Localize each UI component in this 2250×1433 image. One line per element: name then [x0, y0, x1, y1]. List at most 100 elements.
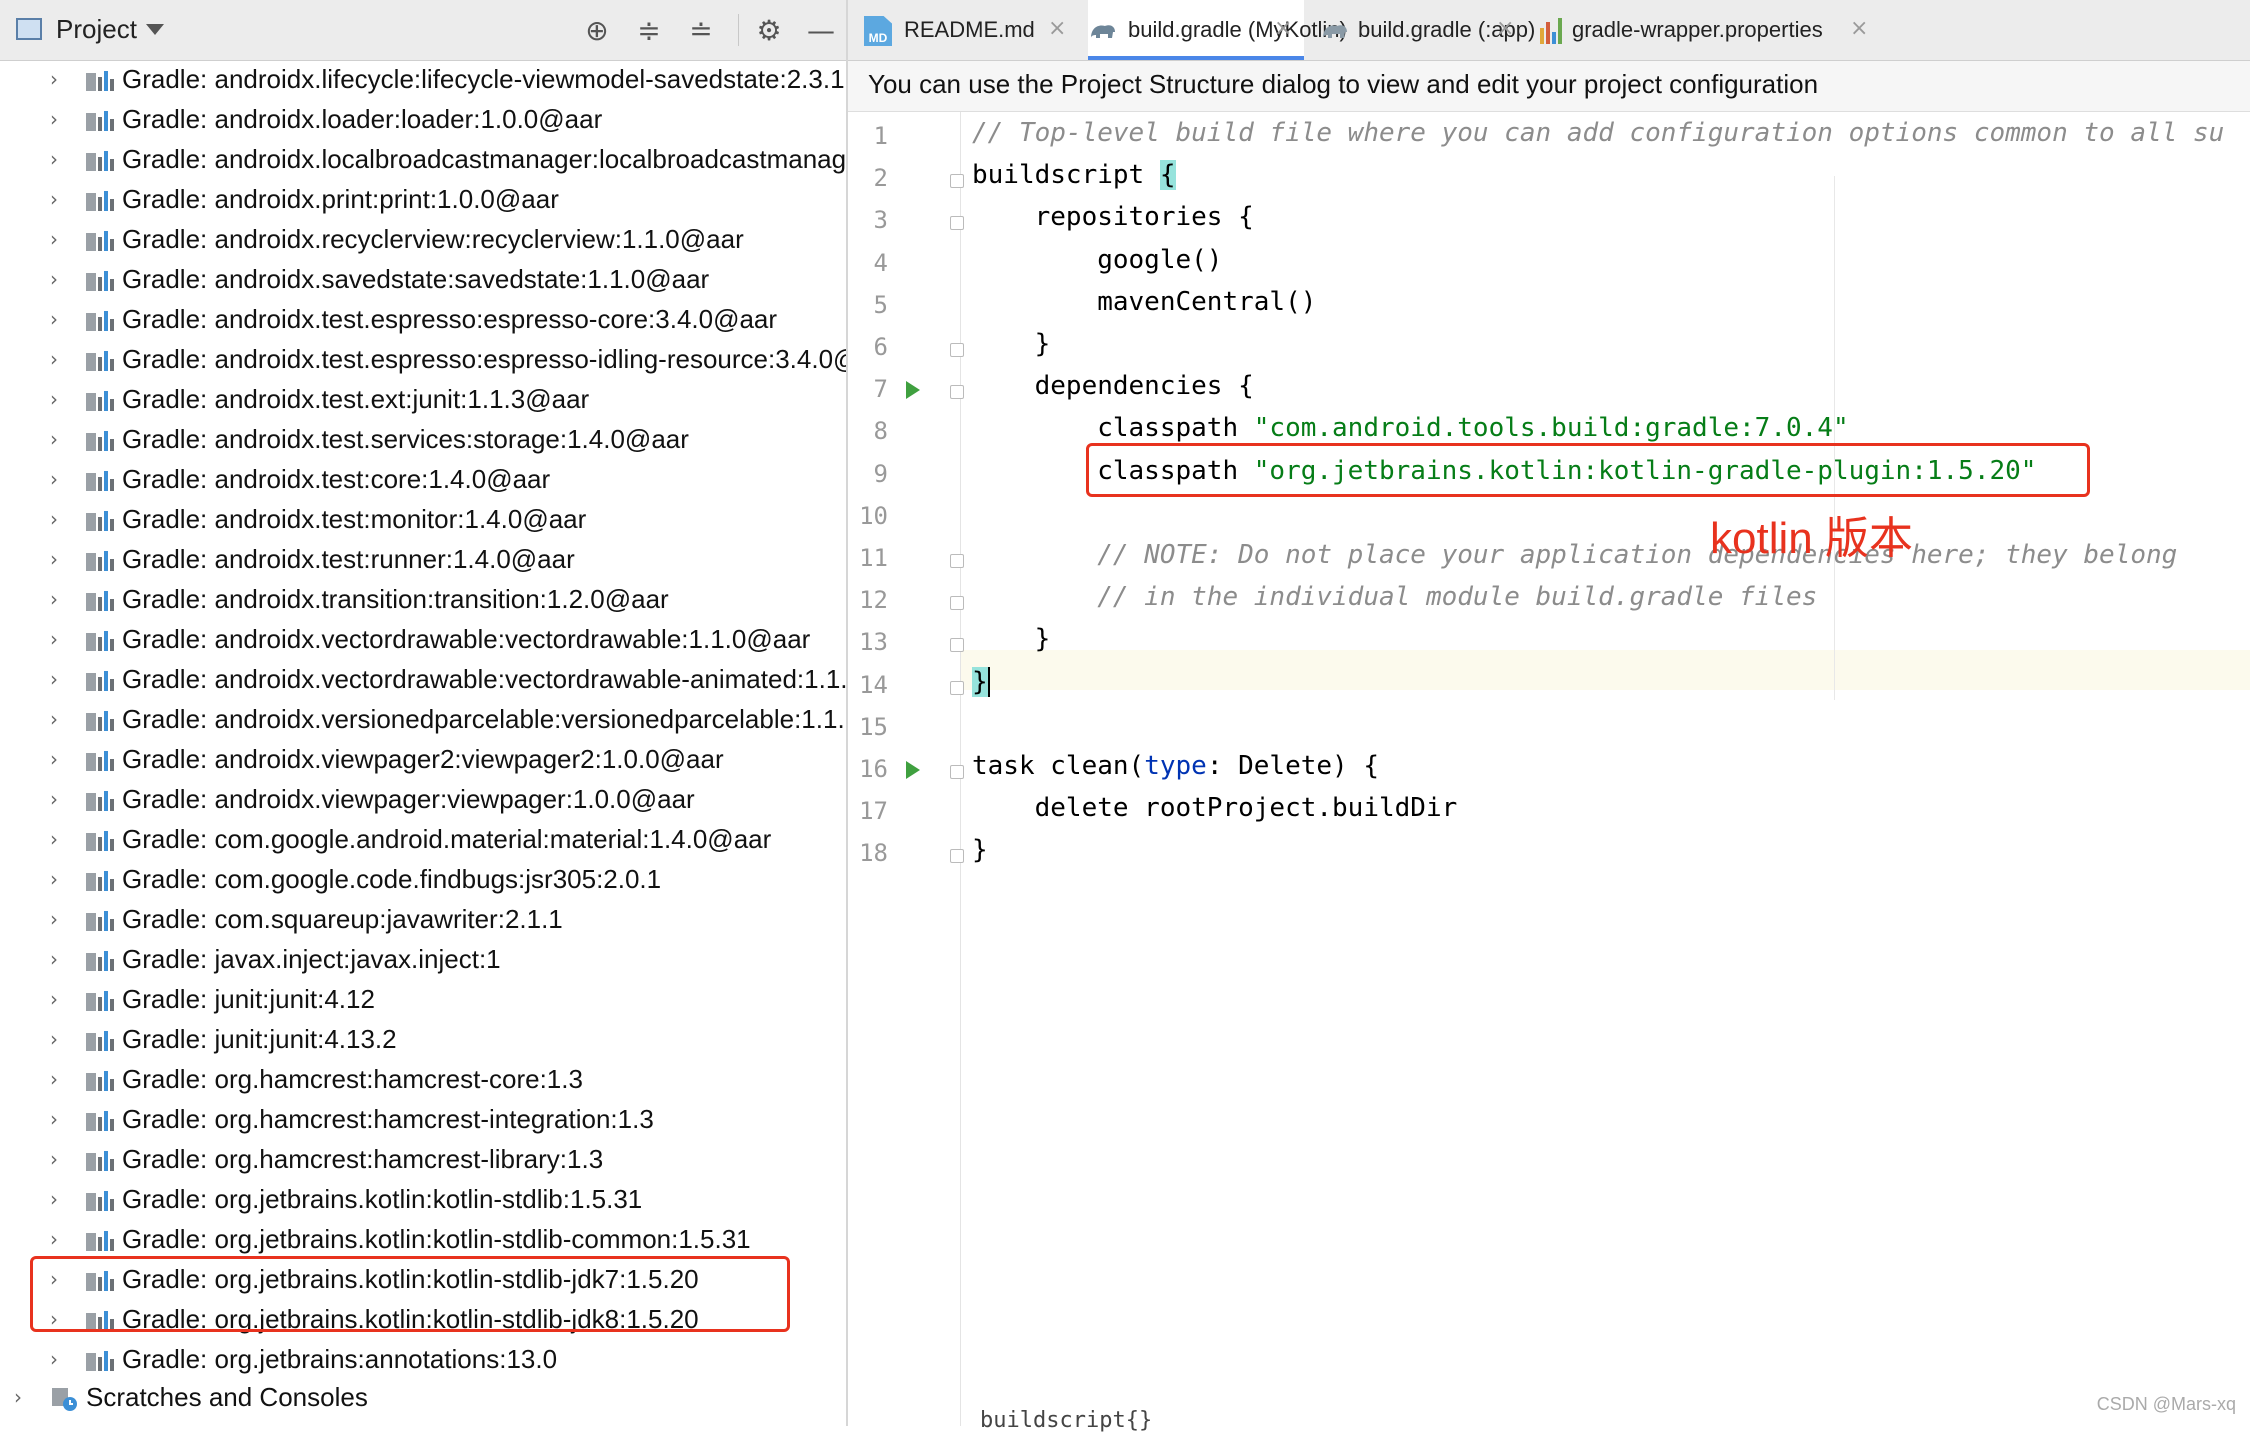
close-icon[interactable]: ×	[1274, 16, 1292, 41]
chevron-right-icon[interactable]: ›	[50, 1068, 72, 1090]
code-line[interactable]: // Top-level build file where you can ad…	[972, 118, 2224, 148]
chevron-right-icon[interactable]: ›	[50, 708, 72, 730]
run-gutter-icon[interactable]	[906, 761, 920, 779]
tree-item[interactable]: › Gradle: javax.inject:javax.inject:1	[0, 940, 846, 980]
tree-item[interactable]: › Gradle: org.hamcrest:hamcrest-integrati…	[0, 1100, 846, 1140]
chevron-right-icon[interactable]: ›	[50, 348, 72, 370]
chevron-right-icon[interactable]: ›	[50, 228, 72, 250]
expand-all-icon[interactable]: ≑	[634, 16, 664, 46]
chevron-right-icon[interactable]: ›	[50, 1228, 72, 1250]
tree-item[interactable]: › Gradle: androidx.test:runner:1.4.0@aar	[0, 540, 846, 580]
code-line[interactable]: task clean(type: Delete) {	[972, 751, 1379, 781]
code-line[interactable]: // in the individual module build.gradle…	[972, 582, 1817, 612]
chevron-right-icon[interactable]: ›	[50, 788, 72, 810]
tree-item[interactable]: › Gradle: org.hamcrest:hamcrest-library:1…	[0, 1140, 846, 1180]
code-line[interactable]: dependencies {	[972, 371, 1254, 401]
tree-item[interactable]: › Gradle: com.squareup:javawriter:2.1.1	[0, 900, 846, 940]
code-line[interactable]: classpath "com.android.tools.build:gradl…	[972, 413, 1848, 443]
tab-gradle-wrapper-properties[interactable]: gradle-wrapper.properties ×	[1538, 0, 1868, 60]
chevron-right-icon[interactable]: ›	[50, 508, 72, 530]
code-line[interactable]: google()	[972, 245, 1222, 275]
tree-item[interactable]: › Gradle: org.hamcrest:hamcrest-core:1.3	[0, 1060, 846, 1100]
tree-item[interactable]: › Gradle: androidx.test:core:1.4.0@aar	[0, 460, 846, 500]
tree-item[interactable]: › Gradle: androidx.versionedparcelable:ve…	[0, 700, 846, 740]
tree-item[interactable]: › Gradle: androidx.loader:loader:1.0.0@aa…	[0, 100, 846, 140]
chevron-right-icon[interactable]: ›	[50, 1108, 72, 1130]
code-line[interactable]: mavenCentral()	[972, 287, 1316, 317]
fold-marker-icon[interactable]	[950, 343, 964, 357]
code-line[interactable]: }	[972, 666, 990, 698]
tree-item[interactable]: › Gradle: junit:junit:4.12	[0, 980, 846, 1020]
chevron-right-icon[interactable]: ›	[50, 68, 72, 90]
tree-item[interactable]: › Gradle: androidx.savedstate:savedstate:…	[0, 260, 846, 300]
tree-item[interactable]: › Gradle: com.google.code.findbugs:jsr305…	[0, 860, 846, 900]
fold-marker-icon[interactable]	[950, 680, 964, 695]
chevron-right-icon[interactable]: ›	[50, 148, 72, 170]
tree-item-scratches[interactable]: › Scratches and Consoles	[0, 1378, 846, 1418]
breadcrumb[interactable]: buildscript{}	[980, 1408, 1152, 1433]
fold-marker-icon[interactable]	[950, 216, 964, 231]
tree-item[interactable]: › Gradle: androidx.viewpager2:viewpager2:…	[0, 740, 846, 780]
tab-readme[interactable]: MD README.md ×	[848, 0, 1078, 60]
chevron-right-icon[interactable]: ›	[50, 428, 72, 450]
chevron-right-icon[interactable]: ›	[50, 308, 72, 330]
chevron-right-icon[interactable]: ›	[50, 828, 72, 850]
tab-build-gradle-mykotlin[interactable]: build.gradle (MyKotlin) ×	[1088, 0, 1347, 60]
chevron-right-icon[interactable]: ›	[50, 988, 72, 1010]
fold-marker-icon[interactable]	[950, 554, 964, 568]
chevron-right-icon[interactable]: ›	[50, 1348, 72, 1370]
chevron-right-icon[interactable]: ›	[50, 388, 72, 410]
chevron-right-icon[interactable]: ›	[50, 868, 72, 890]
tree-item[interactable]: › Gradle: androidx.test.espresso:espresso…	[0, 340, 846, 380]
code-line[interactable]: delete rootProject.buildDir	[972, 793, 1458, 823]
code-line[interactable]: // NOTE: Do not place your application d…	[972, 540, 2177, 570]
tree-item[interactable]: › Gradle: androidx.vectordrawable:vectord…	[0, 660, 846, 700]
gear-icon[interactable]: ⚙	[754, 16, 784, 46]
chevron-right-icon[interactable]: ›	[50, 548, 72, 570]
tree-item[interactable]: › Gradle: androidx.test.espresso:espresso…	[0, 300, 846, 340]
chevron-right-icon[interactable]: ›	[50, 668, 72, 690]
fold-marker-icon[interactable]	[950, 385, 964, 400]
close-icon[interactable]: ×	[1496, 16, 1514, 41]
chevron-down-icon[interactable]	[146, 24, 164, 35]
project-panel-title[interactable]: Project	[56, 14, 137, 45]
chevron-right-icon[interactable]: ›	[50, 108, 72, 130]
tree-item[interactable]: › Gradle: androidx.lifecycle:lifecycle-vi…	[0, 60, 846, 100]
chevron-right-icon[interactable]: ›	[50, 948, 72, 970]
hide-panel-icon[interactable]: —	[806, 16, 836, 46]
chevron-right-icon[interactable]: ›	[50, 908, 72, 930]
collapse-all-icon[interactable]: ≐	[686, 16, 716, 46]
fold-marker-icon[interactable]	[950, 596, 964, 611]
chevron-right-icon[interactable]: ›	[50, 268, 72, 290]
code-line[interactable]: }	[972, 835, 988, 865]
code-line[interactable]: }	[972, 329, 1051, 359]
chevron-right-icon[interactable]: ›	[50, 628, 72, 650]
tab-build-gradle-app[interactable]: build.gradle (:app) ×	[1320, 0, 1535, 60]
chevron-right-icon[interactable]: ›	[50, 468, 72, 490]
close-icon[interactable]: ×	[1850, 16, 1868, 41]
code-line[interactable]: repositories {	[972, 202, 1254, 232]
code-line[interactable]: }	[972, 624, 1051, 654]
chevron-right-icon[interactable]: ›	[50, 1028, 72, 1050]
chevron-right-icon[interactable]: ›	[50, 1148, 72, 1170]
chevron-right-icon[interactable]: ›	[50, 588, 72, 610]
tree-item[interactable]: › Gradle: com.google.android.material:mat…	[0, 820, 846, 860]
code-line[interactable]: buildscript {	[972, 160, 1176, 191]
tree-item[interactable]: › Gradle: androidx.test.ext:junit:1.1.3@a…	[0, 380, 846, 420]
tree-item[interactable]: › Gradle: androidx.localbroadcastmanager:…	[0, 140, 846, 180]
code-editor[interactable]: 1 2 3 4 5 6 7 8 9 10 11 12 13 14 15 16 17 18 // Top-level…	[848, 112, 2250, 1426]
tree-item[interactable]: › Gradle: androidx.print:print:1.0.0@aar	[0, 180, 846, 220]
tree-item[interactable]: › Gradle: androidx.recyclerview:recyclerv…	[0, 220, 846, 260]
chevron-right-icon[interactable]: ›	[50, 748, 72, 770]
fold-marker-icon[interactable]	[950, 849, 964, 864]
chevron-right-icon[interactable]: ›	[50, 188, 72, 210]
run-gutter-icon[interactable]	[906, 381, 920, 400]
chevron-right-icon[interactable]: ›	[50, 1188, 72, 1210]
fold-marker-icon[interactable]	[950, 174, 964, 189]
locate-target-icon[interactable]: ⊕	[582, 16, 612, 46]
tree-item[interactable]: › Gradle: androidx.test:monitor:1.4.0@aar	[0, 500, 846, 540]
tree-item[interactable]: › Gradle: androidx.vectordrawable:vectord…	[0, 620, 846, 660]
tree-item[interactable]: › Gradle: androidx.transition:transition:…	[0, 580, 846, 620]
close-icon[interactable]: ×	[1048, 16, 1066, 41]
fold-marker-icon[interactable]	[950, 638, 964, 653]
